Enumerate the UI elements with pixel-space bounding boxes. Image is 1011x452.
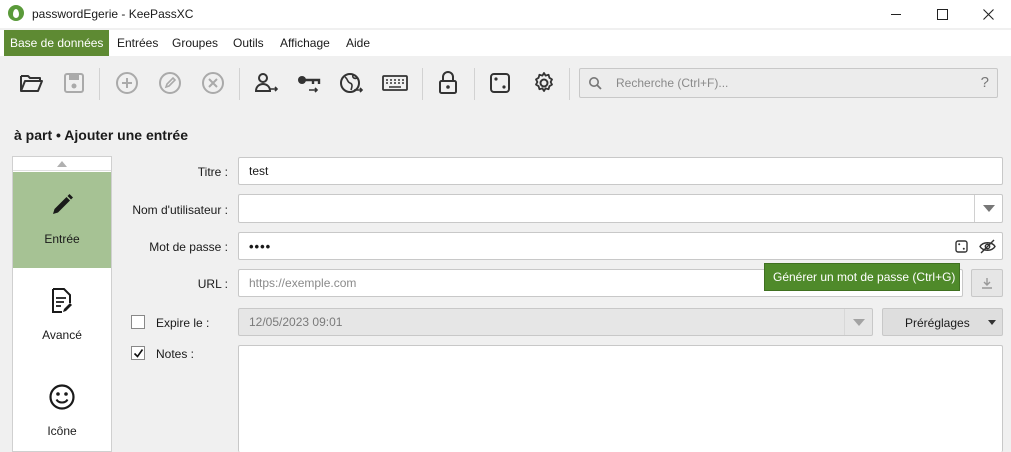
search-icon [589,77,602,90]
checkmark-icon [133,348,143,358]
expire-date-field[interactable] [238,308,873,336]
minimize-button[interactable] [873,0,919,28]
sidebar-item-icon[interactable]: Icône [13,364,111,452]
copy-password-icon [298,76,321,93]
username-input[interactable] [239,195,1002,222]
toolbar-separator [239,68,240,100]
open-database-icon [20,75,43,92]
search-box[interactable]: ? [579,68,998,98]
username-label: Nom d'utilisateur : [132,203,228,217]
edit-entry-button[interactable] [155,68,185,98]
url-label: URL : [197,277,228,291]
toolbar-separator [422,68,423,100]
chevron-down-icon [988,320,996,325]
username-dropdown-arrow[interactable] [974,195,1002,222]
search-help-icon[interactable]: ? [981,74,989,91]
lock-database-button[interactable] [433,68,463,98]
lock-icon [439,71,457,94]
generate-password-tooltip: Générer un mot de passe (Ctrl+G) [764,263,960,291]
toolbar-separator [474,68,475,100]
save-database-icon [64,73,84,93]
title-field[interactable] [238,157,1003,185]
password-field[interactable] [238,232,1003,260]
copy-url-icon [340,73,364,93]
menu-bar: Base de données Entrées Groupes Outils A… [0,30,1011,56]
presets-label: Préréglages [905,316,970,330]
pencil-icon [53,194,73,214]
save-database-button[interactable] [59,68,89,98]
dice-icon [490,73,510,93]
menu-view[interactable]: Affichage [274,30,336,56]
toolbar-separator [99,68,100,100]
title-label: Titre : [197,165,228,179]
menu-entries[interactable]: Entrées [111,30,164,56]
password-label: Mot de passe : [149,240,228,254]
page-title: à part • Ajouter une entrée [14,127,188,143]
document-edit-icon [52,288,72,313]
keyboard-icon [382,75,408,91]
sidebar-item-label: Icône [47,424,77,438]
presets-button[interactable]: Préréglages [882,308,1003,336]
menu-tools[interactable]: Outils [227,30,270,56]
password-input[interactable] [239,233,1002,259]
notes-textarea[interactable] [238,345,1003,452]
maximize-button[interactable] [919,0,965,28]
expire-label: Expire le : [156,316,210,330]
toggle-password-visibility-icon[interactable] [979,239,996,254]
sidebar-item-label: Avancé [42,328,82,342]
expire-date-input[interactable] [239,309,872,335]
autotype-button[interactable] [380,68,410,98]
expire-date-dropdown-arrow[interactable] [844,309,872,335]
open-database-button[interactable] [17,68,47,98]
edit-entry-icon [159,72,181,94]
add-entry-icon [116,72,138,94]
close-icon [982,8,994,20]
toolbar-separator [569,68,570,100]
copy-url-button[interactable] [337,68,367,98]
keepassxc-logo-icon [8,5,24,21]
close-button[interactable] [965,0,1011,28]
expire-checkbox[interactable] [131,315,145,329]
menu-database[interactable]: Base de données [4,30,110,56]
entry-sidebar: Entrée Avancé Icône [12,156,112,452]
download-icon [982,278,992,289]
username-field[interactable] [238,194,1003,223]
sidebar-item-label: Entrée [44,232,80,246]
menu-groups[interactable]: Groupes [166,30,224,56]
title-bar: passwordEgerie - KeePassXC [0,0,1011,28]
sidebar-scroll-up-button[interactable] [13,157,111,171]
delete-entry-icon [202,72,224,94]
gear-icon [535,72,553,92]
copy-username-button[interactable] [251,68,281,98]
generate-password-icon[interactable] [955,240,968,253]
copy-password-button[interactable] [294,68,324,98]
sidebar-item-entry[interactable]: Entrée [13,172,111,268]
window-title: passwordEgerie - KeePassXC [32,7,194,21]
title-input[interactable] [239,158,1002,184]
menu-help[interactable]: Aide [340,30,376,56]
copy-username-icon [254,73,279,92]
smiley-icon [49,384,75,410]
notes-label: Notes : [156,347,195,361]
password-generator-button[interactable] [485,68,515,98]
delete-entry-button[interactable] [198,68,228,98]
notes-checkbox[interactable] [131,346,145,360]
download-favicon-button[interactable] [971,269,1003,297]
settings-button[interactable] [529,68,559,98]
sidebar-item-advanced[interactable]: Avancé [13,268,111,364]
search-input[interactable] [616,75,956,91]
add-entry-button[interactable] [112,68,142,98]
